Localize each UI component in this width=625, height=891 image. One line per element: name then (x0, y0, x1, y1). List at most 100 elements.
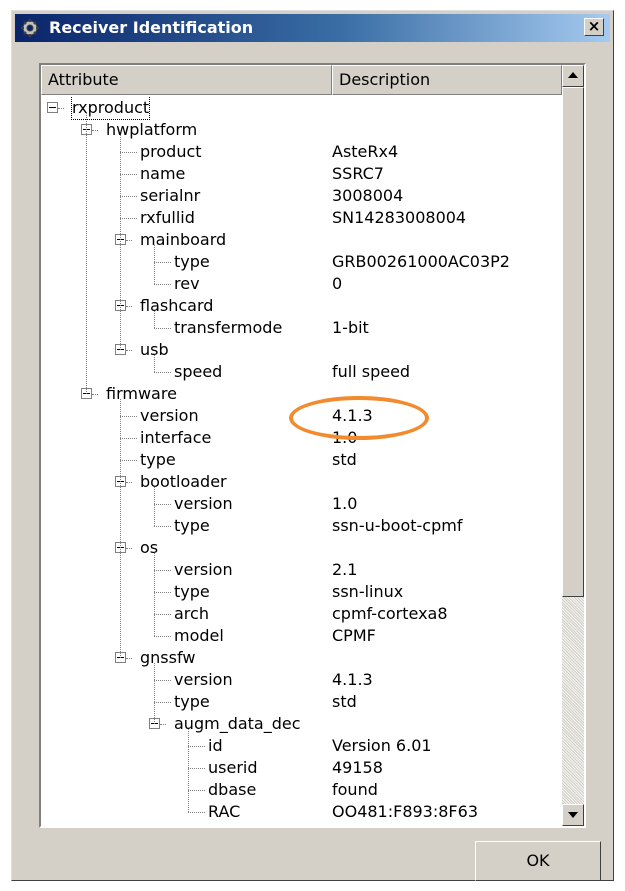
highlight-ellipse (289, 396, 429, 440)
tree-row[interactable]: userid 49158 (41, 757, 562, 779)
ok-button[interactable]: OK (475, 841, 601, 881)
close-button[interactable]: × (584, 18, 604, 36)
tree-connector (154, 284, 171, 285)
scrollbar-thumb[interactable] (562, 87, 584, 597)
tree-connector (154, 592, 171, 593)
tree-connector (126, 350, 132, 351)
description-value: std (332, 692, 357, 711)
tree-connector (120, 460, 137, 461)
tree-connector (154, 328, 171, 329)
tree-connector (188, 768, 205, 769)
attribute-label: mainboard (140, 230, 227, 249)
collapse-icon[interactable] (47, 102, 58, 113)
attribute-label: augm_data_dec (174, 714, 301, 733)
tree-connector (154, 487, 155, 526)
tree-row[interactable]: speed full speed (41, 361, 562, 383)
tree-connector (188, 812, 205, 813)
attribute-label: product (140, 142, 202, 161)
tree-row[interactable]: dbase found (41, 779, 562, 801)
close-icon: × (587, 17, 601, 35)
tree-connector (92, 130, 98, 131)
tree-connector (154, 702, 171, 703)
column-header-description[interactable]: Description (332, 65, 562, 95)
attribute-label: name (140, 164, 186, 183)
tree-connector (126, 240, 132, 241)
tree-connector (154, 570, 171, 571)
description-value: AsteRx4 (332, 142, 399, 161)
description-value: SN14283008004 (332, 208, 467, 227)
window-title: Receiver Identification (49, 18, 254, 37)
attribute-label: model (174, 626, 224, 645)
tree-connector (126, 548, 132, 549)
tree-connector (120, 416, 137, 417)
attribute-label: bootloader (140, 472, 227, 491)
attribute-label: firmware (106, 384, 177, 403)
tree-connector (120, 399, 121, 658)
attribute-label: type (174, 252, 210, 271)
scroll-down-button[interactable] (562, 804, 584, 826)
tree-rows: rxproduct hwplatform product AsteRx4 name SSR… (41, 97, 562, 826)
description-value: 0 (332, 274, 343, 293)
description-value: std (332, 450, 357, 469)
attribute-label: rxfullid (140, 208, 195, 227)
arrow-up-icon (568, 72, 578, 78)
description-value: 2.1 (332, 560, 358, 579)
attribute-label: type (174, 582, 210, 601)
tree-connector (120, 438, 137, 439)
tree-connector (154, 614, 171, 615)
title-bar[interactable]: Receiver Identification × (15, 14, 610, 42)
tree-connector (154, 636, 171, 637)
attribute-label: userid (208, 758, 258, 777)
scroll-up-button[interactable] (562, 65, 584, 87)
attribute-label: RAC (208, 802, 241, 821)
attribute-label: rxproduct (70, 97, 151, 120)
attribute-label: interface (140, 428, 212, 447)
description-value: 3008004 (332, 186, 404, 205)
tree-connector (154, 245, 155, 284)
tree-connector (126, 658, 132, 659)
tree-connector (188, 729, 189, 812)
column-header-attribute[interactable]: Attribute (41, 65, 332, 95)
description-value: ssn-u-boot-cpmf (332, 516, 463, 535)
attribute-label: type (174, 516, 210, 535)
attribute-label: version (174, 560, 233, 579)
description-value: 4.1.3 (332, 670, 373, 689)
tree-connector (126, 306, 132, 307)
tree-connector (154, 553, 155, 636)
tree-connector (58, 108, 64, 109)
tree-connector (154, 355, 155, 372)
tree-row[interactable]: rxproduct (41, 97, 562, 120)
description-value: GRB00261000AC03P2 (332, 252, 510, 271)
description-value: OO481:F893:8F63 (332, 802, 478, 821)
attribute-label: gnssfw (140, 648, 196, 667)
tree-row[interactable]: type std (41, 691, 562, 713)
description-value: SSRC7 (332, 164, 384, 183)
tree-connector (120, 218, 137, 219)
attribute-label: serialnr (140, 186, 201, 205)
description-value: found (332, 780, 378, 799)
attribute-label: id (208, 736, 223, 755)
tree-connector (160, 724, 166, 725)
tree-connector (188, 790, 205, 791)
tree-connector (120, 152, 137, 153)
gear-icon (21, 19, 39, 37)
tree-row[interactable]: version 4.1.3 (41, 669, 562, 691)
attribute-label: version (174, 494, 233, 513)
attribute-label: transfermode (174, 318, 283, 337)
description-value: 1-bit (332, 318, 369, 337)
attribute-tree-table[interactable]: Attribute Description rxproduct hwplatfor… (39, 63, 586, 828)
vertical-scrollbar[interactable] (562, 65, 584, 826)
tree-connector (154, 311, 155, 328)
tree-row[interactable]: RAC OO481:F893:8F63 (41, 801, 562, 823)
description-value: 1.0 (332, 494, 358, 513)
tree-connector (92, 394, 98, 395)
tree-row[interactable]: id Version 6.01 (41, 735, 562, 757)
tree-row[interactable]: augm_data_dec (41, 713, 562, 735)
tree-connector (154, 372, 171, 373)
description-value: full speed (332, 362, 411, 381)
attribute-label: version (174, 670, 233, 689)
tree-connector (154, 262, 171, 263)
attribute-label: dbase (208, 780, 257, 799)
description-value: cpmf-cortexa8 (332, 604, 448, 623)
attribute-label: flashcard (140, 296, 214, 315)
